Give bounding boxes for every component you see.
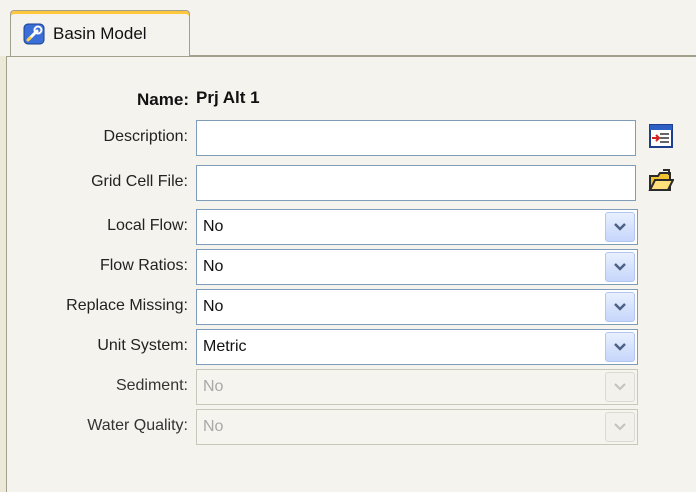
- description-input[interactable]: [196, 120, 636, 156]
- unit-system-row: Unit System: Metric: [0, 329, 696, 365]
- water-quality-row: Water Quality: No: [0, 409, 696, 445]
- replace-missing-value: No: [203, 298, 224, 315]
- description-label: Description:: [103, 128, 188, 145]
- local-flow-label: Local Flow:: [107, 217, 188, 234]
- sediment-select: No: [196, 369, 638, 405]
- chevron-down-icon[interactable]: [605, 212, 635, 242]
- chevron-down-icon[interactable]: [605, 252, 635, 282]
- name-label: Name:: [137, 90, 189, 109]
- flow-ratios-value: No: [203, 258, 224, 275]
- flow-ratios-row: Flow Ratios: No: [0, 249, 696, 285]
- flow-ratios-select[interactable]: No: [196, 249, 638, 285]
- local-flow-select[interactable]: No: [196, 209, 638, 245]
- browse-grid-cell-file-button[interactable]: [646, 168, 676, 198]
- chevron-down-icon[interactable]: [605, 332, 635, 362]
- replace-missing-label: Replace Missing:: [66, 297, 188, 314]
- edit-description-icon: [648, 123, 674, 154]
- unit-system-select[interactable]: Metric: [196, 329, 638, 365]
- chevron-down-icon[interactable]: [605, 292, 635, 322]
- tab-basin-model[interactable]: Basin Model: [10, 10, 190, 56]
- name-value: Prj Alt 1: [196, 88, 260, 107]
- chevron-down-icon: [605, 372, 635, 402]
- sediment-label: Sediment:: [115, 377, 188, 394]
- grid-cell-file-input[interactable]: [196, 165, 636, 201]
- grid-cell-file-label: Grid Cell File:: [91, 173, 188, 190]
- tab-basin-model-label: Basin Model: [53, 23, 147, 43]
- edit-description-button[interactable]: [646, 123, 676, 153]
- water-quality-label: Water Quality:: [87, 417, 188, 434]
- local-flow-value: No: [203, 218, 224, 235]
- basin-model-icon: [23, 23, 45, 45]
- panel-top-border: [190, 55, 696, 56]
- open-folder-icon: [648, 168, 675, 199]
- unit-system-label: Unit System:: [97, 337, 188, 354]
- chevron-down-icon: [605, 412, 635, 442]
- water-quality-select: No: [196, 409, 638, 445]
- flow-ratios-label: Flow Ratios:: [99, 257, 188, 274]
- sediment-value: No: [203, 378, 224, 395]
- replace-missing-row: Replace Missing: No: [0, 289, 696, 325]
- description-row: Description:: [0, 120, 696, 156]
- local-flow-row: Local Flow: No: [0, 209, 696, 245]
- grid-cell-file-row: Grid Cell File:: [0, 165, 696, 201]
- replace-missing-select[interactable]: No: [196, 289, 638, 325]
- sediment-row: Sediment: No: [0, 369, 696, 405]
- water-quality-value: No: [203, 418, 224, 435]
- unit-system-value: Metric: [203, 338, 247, 355]
